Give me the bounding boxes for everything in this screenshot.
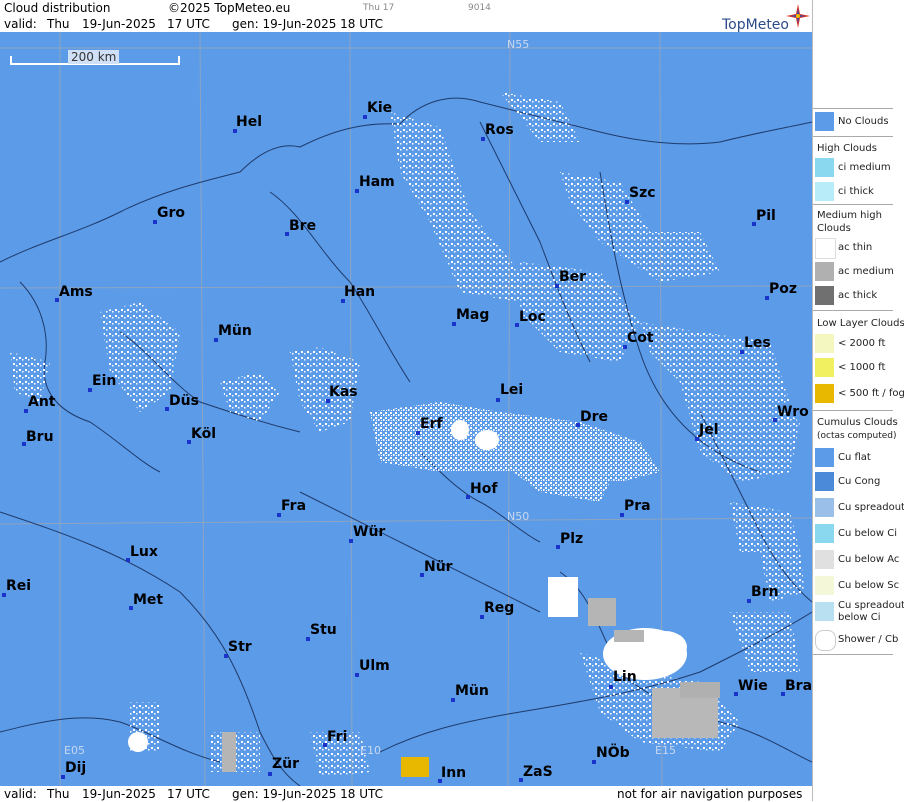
legend-medium-title: Medium high Clouds: [817, 210, 882, 234]
city-label[interactable]: Brn: [751, 584, 779, 600]
city-label[interactable]: Fri: [327, 729, 347, 745]
city-label[interactable]: Str: [228, 639, 252, 655]
city-label[interactable]: Ulm: [359, 658, 390, 674]
footer-valid-date: 19-Jun-2025: [82, 787, 156, 801]
disclaimer: not for air navigation purposes: [617, 787, 803, 801]
footer-gen-label: gen: 19-Jun-2025 18 UTC: [232, 787, 384, 801]
city-label[interactable]: Ros: [485, 122, 514, 138]
valid-time: 17 UTC: [167, 17, 210, 31]
city-label[interactable]: ZaS: [523, 764, 553, 780]
grid-label-n55: N55: [507, 38, 530, 51]
city-label[interactable]: Bre: [289, 218, 316, 234]
city-label[interactable]: Ber: [559, 269, 586, 285]
city-label[interactable]: Nür: [424, 559, 453, 575]
city-label[interactable]: Lin: [613, 669, 637, 685]
city-label[interactable]: Met: [133, 592, 163, 608]
grid-label-e15: E15: [655, 744, 676, 757]
footer-valid-day: Thu: [47, 787, 70, 801]
city-label[interactable]: Ham: [359, 174, 395, 190]
city-label[interactable]: Bra: [785, 678, 812, 694]
footer-valid-time: 17 UTC: [167, 787, 210, 801]
valid-label: valid:: [4, 17, 37, 31]
top-header: Cloud distribution ©2025 TopMeteo.eu Thu…: [0, 0, 812, 16]
city-label[interactable]: Dij: [65, 760, 86, 776]
footer: valid: Thu 19-Jun-2025 17 UTC gen: 19-Ju…: [0, 786, 812, 802]
city-label[interactable]: Mün: [218, 323, 252, 339]
city-label[interactable]: Hel: [236, 114, 262, 130]
grid-label-e05: E05: [64, 744, 85, 757]
city-label[interactable]: Poz: [769, 281, 797, 297]
city-label[interactable]: Reg: [484, 600, 514, 616]
fog-patch: [401, 757, 429, 777]
city-label[interactable]: Gro: [157, 205, 185, 221]
city-label[interactable]: Cot: [627, 330, 654, 346]
valid-day: Thu: [47, 17, 70, 31]
city-label[interactable]: Dre: [580, 409, 608, 425]
city-label[interactable]: Lei: [500, 382, 523, 398]
legend-low-title: Low Layer Clouds: [817, 318, 904, 329]
tiny-label: Thu 17: [363, 3, 395, 13]
city-label[interactable]: Wro: [777, 404, 809, 420]
scale-bar: 200 km: [10, 50, 180, 68]
city-label[interactable]: Ant: [28, 394, 56, 410]
city-label[interactable]: Mag: [456, 307, 489, 323]
city-label[interactable]: Kie: [367, 100, 392, 116]
city-label[interactable]: Stu: [310, 622, 337, 638]
copyright: ©2025 TopMeteo.eu: [168, 1, 291, 15]
city-label[interactable]: Zür: [272, 756, 299, 772]
city-label[interactable]: Mün: [455, 683, 489, 699]
scale-label: 200 km: [68, 50, 120, 64]
legend-cu-title: Cumulus Clouds (octas computed): [817, 417, 898, 441]
city-label[interactable]: Ein: [92, 373, 116, 389]
city-label[interactable]: NÖb: [596, 745, 630, 761]
city-label[interactable]: Ams: [59, 284, 93, 300]
city-label[interactable]: Jel: [699, 422, 719, 438]
city-label[interactable]: Han: [344, 284, 375, 300]
city-label[interactable]: Szc: [629, 185, 656, 201]
legend-panel: No Clouds High Clouds ci medium ci thick…: [812, 0, 904, 801]
map-graphics: [0, 32, 812, 786]
brand-logo[interactable]: TopMeteo: [722, 17, 789, 33]
compass-star-icon: [786, 4, 810, 28]
city-label[interactable]: Les: [744, 335, 771, 351]
map-title: Cloud distribution: [4, 1, 111, 15]
cloud-map[interactable]: 200 km N55 N50 E05 E10 E15 Kie Hel Ros H…: [0, 32, 812, 786]
city-label[interactable]: Erf: [420, 416, 443, 432]
city-label[interactable]: Lux: [130, 544, 158, 560]
city-label[interactable]: Fra: [281, 498, 306, 514]
city-label[interactable]: Plz: [560, 531, 583, 547]
cumulus-areas: [10, 92, 805, 777]
valid-row: valid: Thu 19-Jun-2025 17 UTC gen: 19-Ju…: [0, 16, 812, 32]
city-label[interactable]: Köl: [191, 426, 216, 442]
city-label[interactable]: Wie: [738, 678, 768, 694]
grid-label-e10: E10: [360, 744, 381, 757]
city-label[interactable]: Düs: [169, 393, 199, 409]
grid-label-n50: N50: [507, 510, 530, 523]
tiny-code: 9014: [468, 3, 491, 13]
city-label[interactable]: Pil: [756, 208, 776, 224]
city-label[interactable]: Inn: [441, 765, 466, 781]
city-label[interactable]: Pra: [624, 498, 651, 514]
city-label[interactable]: Hof: [470, 481, 497, 497]
city-label[interactable]: Bru: [26, 429, 54, 445]
city-label[interactable]: Kas: [329, 384, 358, 400]
valid-date: 19-Jun-2025: [82, 17, 156, 31]
city-label[interactable]: Rei: [6, 578, 31, 594]
gen-label: gen: 19-Jun-2025 18 UTC: [232, 17, 384, 31]
city-label[interactable]: Wür: [353, 524, 385, 540]
legend-high-title: High Clouds: [817, 143, 877, 154]
footer-valid-label: valid:: [4, 787, 37, 801]
city-label[interactable]: Loc: [519, 309, 546, 325]
